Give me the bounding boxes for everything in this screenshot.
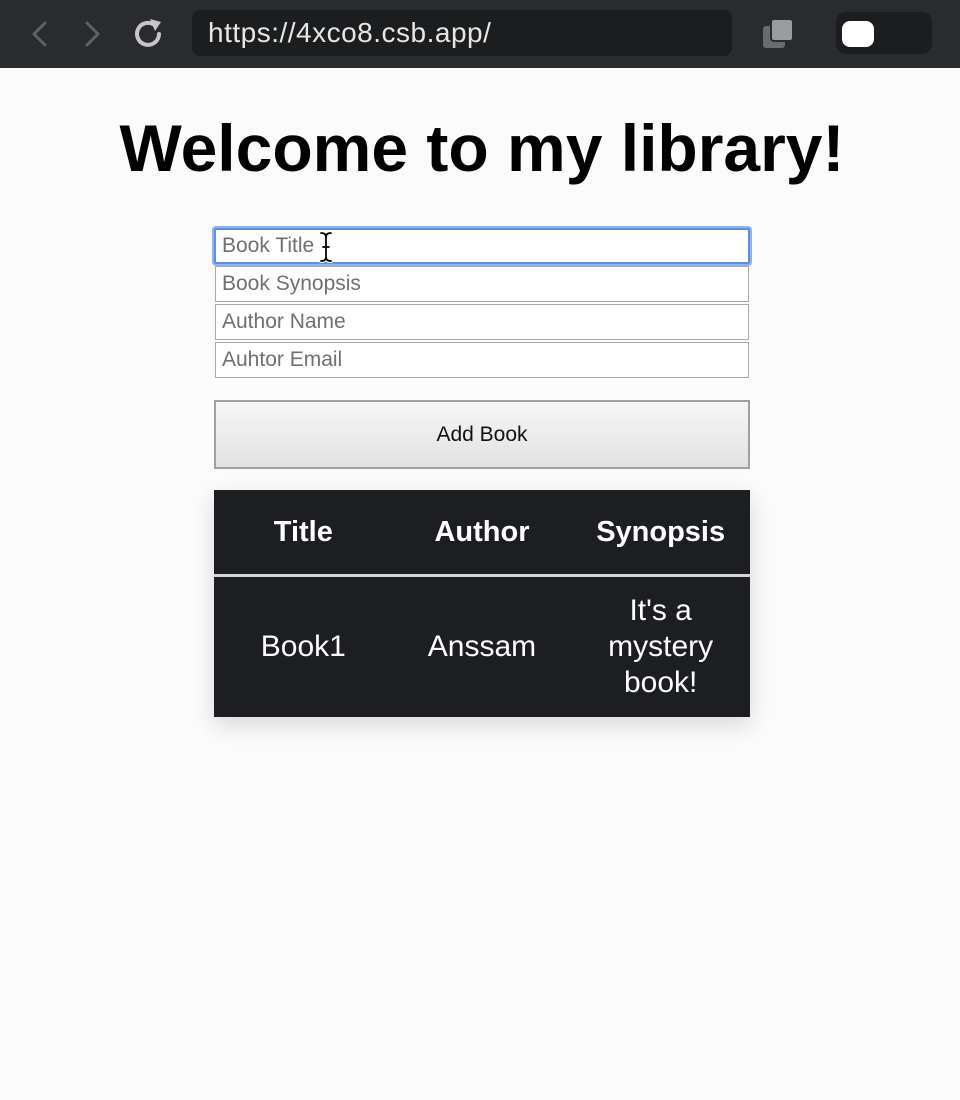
chevron-left-icon[interactable]	[20, 14, 60, 54]
cell-author: Anssam	[392, 575, 572, 717]
book-synopsis-input[interactable]	[215, 266, 749, 302]
toggle-switch[interactable]	[836, 12, 932, 54]
page-title: Welcome to my library!	[119, 111, 845, 185]
cell-title: Book1	[214, 575, 393, 717]
browser-toolbar: https://4xco8.csb.app/	[0, 0, 960, 68]
column-header-title: Title	[214, 490, 393, 576]
reload-icon[interactable]	[128, 14, 168, 54]
author-email-input[interactable]	[215, 342, 749, 378]
copy-icon[interactable]	[756, 14, 800, 54]
add-book-form	[214, 228, 750, 380]
cell-synopsis: It's a mystery book!	[571, 575, 750, 717]
book-title-input[interactable]	[214, 228, 750, 264]
author-name-input[interactable]	[215, 304, 749, 340]
table-row: Book1 Anssam It's a mystery book!	[214, 575, 750, 717]
books-table: Title Author Synopsis Book1 Anssam It's …	[214, 490, 750, 717]
add-book-button[interactable]: Add Book	[214, 400, 750, 469]
address-url: https://4xco8.csb.app/	[208, 17, 492, 48]
table-header-row: Title Author Synopsis	[214, 490, 750, 576]
column-header-author: Author	[392, 490, 572, 576]
address-bar[interactable]: https://4xco8.csb.app/	[192, 10, 732, 56]
toggle-knob	[842, 21, 874, 47]
books-table-wrapper: Title Author Synopsis Book1 Anssam It's …	[214, 490, 750, 717]
chevron-right-icon[interactable]	[72, 14, 112, 54]
column-header-synopsis: Synopsis	[571, 490, 750, 576]
